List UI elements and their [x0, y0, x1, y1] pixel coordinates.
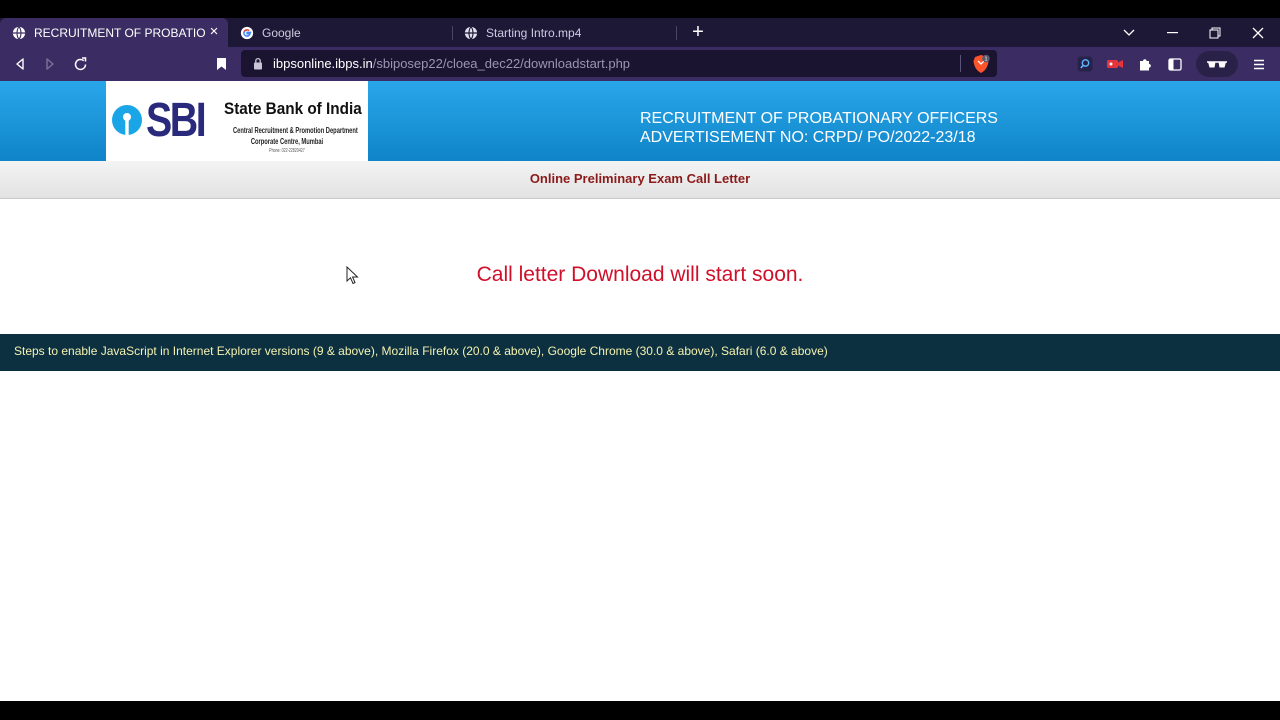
recorder-extension-icon [1107, 60, 1123, 68]
javascript-help-bar: Steps to enable JavaScript in Internet E… [0, 334, 1280, 371]
logo-bank-name: State Bank of India [224, 99, 362, 118]
javascript-help-link[interactable]: Steps to enable JavaScript in Internet E… [14, 344, 828, 358]
new-tab-button[interactable]: + [688, 22, 708, 42]
download-message: Call letter Download will start soon. [476, 263, 804, 286]
url-text: ibpsonline.ibps.in/sbiposep22/cloea_dec2… [273, 56, 630, 71]
extension-search-button[interactable] [1073, 52, 1097, 76]
tab-search-button[interactable] [1107, 18, 1151, 47]
shield-count: 1 [984, 56, 987, 62]
subheader-title: Online Preliminary Exam Call Letter [529, 171, 751, 186]
address-bar[interactable]: ibpsonline.ibps.in/sbiposep22/cloea_dec2… [241, 50, 997, 77]
hamburger-menu-icon [1254, 59, 1264, 69]
google-icon [240, 26, 254, 39]
sbi-keyhole-icon [112, 105, 142, 135]
minimize-icon [1166, 31, 1178, 33]
back-button[interactable] [8, 52, 32, 76]
mouse-cursor-icon [346, 266, 359, 285]
address-divider [960, 55, 961, 72]
tab-title: RECRUITMENT OF PROBATIONAR [34, 25, 206, 40]
menu-button[interactable] [1247, 52, 1271, 76]
page-banner: SBI State Bank of India Central Recruitm… [0, 81, 1280, 161]
tab-title: Starting Intro.mp4 [486, 25, 582, 40]
reload-icon [74, 56, 86, 70]
close-icon [1252, 27, 1264, 38]
forward-button[interactable] [38, 52, 62, 76]
restore-icon [1209, 27, 1221, 38]
browser-toolbar: ibpsonline.ibps.in/sbiposep22/cloea_dec2… [0, 47, 1280, 81]
subheader-bar: Online Preliminary Exam Call Letter [0, 161, 1280, 199]
minimize-button[interactable] [1150, 18, 1194, 47]
lock-icon [254, 57, 262, 70]
tab-video[interactable]: Starting Intro.mp4 [452, 18, 676, 47]
globe-icon [12, 25, 26, 40]
close-tab-icon[interactable]: × [206, 24, 222, 40]
logo-dept-line: Central Recruitment & Promotion Departme… [233, 126, 358, 135]
tab-title: Google [262, 25, 301, 40]
sidebar-icon [1168, 57, 1182, 71]
profile-button[interactable] [1196, 51, 1238, 77]
logo-office-line: Corporate Centre, Mumbai [250, 137, 324, 146]
puzzle-icon [1139, 58, 1151, 70]
page-title-line1: RECRUITMENT OF PROBATIONARY OFFICERS [640, 110, 998, 127]
web-page: SBI State Bank of India Central Recruitm… [0, 81, 1280, 701]
url-host: ibpsonline.ibps.in [273, 56, 373, 71]
restore-button[interactable] [1193, 18, 1237, 47]
search-extension-icon [1077, 56, 1093, 72]
page-title-line2: ADVERTISEMENT NO: CRPD/ PO/2022-23/18 [640, 129, 976, 146]
extension-recorder-button[interactable] [1103, 52, 1127, 76]
extensions-button[interactable] [1133, 52, 1157, 76]
tab-recruitment[interactable]: RECRUITMENT OF PROBATIONAR × [0, 18, 228, 47]
url-path: /sbiposep22/cloea_dec22/downloadstart.ph… [372, 56, 631, 71]
tab-strip: RECRUITMENT OF PROBATIONAR × Google Star… [0, 18, 1280, 47]
tab-google[interactable]: Google [228, 18, 452, 47]
logo-phone-line: Phone: 022-22820427 [269, 148, 305, 154]
chevron-down-icon [1123, 29, 1135, 36]
sidebar-button[interactable] [1163, 52, 1187, 76]
incognito-glasses-icon [1207, 60, 1227, 67]
globe-icon [464, 25, 478, 40]
bookmark-icon [216, 58, 226, 70]
sbi-logo: SBI State Bank of India Central Recruitm… [106, 81, 368, 161]
page-title: RECRUITMENT OF PROBATIONARY OFFICERS ADV… [640, 109, 998, 147]
brave-shield-icon[interactable]: 1 [972, 54, 990, 74]
close-window-button[interactable] [1236, 18, 1280, 47]
reload-button[interactable] [68, 52, 92, 76]
screen: RECRUITMENT OF PROBATIONAR × Google Star… [0, 0, 1280, 720]
forward-arrow-icon [46, 58, 54, 70]
bookmark-button[interactable] [209, 52, 233, 76]
logo-mark: SBI [146, 94, 207, 147]
back-arrow-icon [16, 58, 24, 70]
tab-separator [676, 26, 677, 40]
